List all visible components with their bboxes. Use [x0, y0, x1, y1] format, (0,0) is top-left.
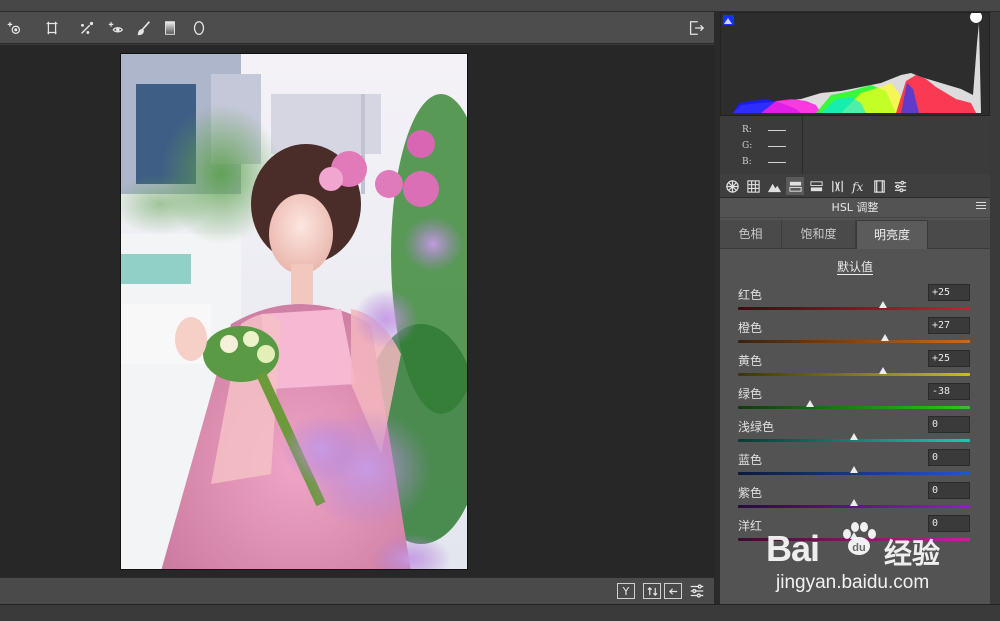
- slider-thumb[interactable]: [850, 433, 858, 440]
- swap-icon: [646, 586, 658, 596]
- rgb-readout: R: G: B:: [720, 116, 990, 174]
- presets-icon[interactable]: [891, 177, 909, 195]
- b-label: B:: [742, 157, 752, 167]
- default-link[interactable]: 默认值: [836, 260, 873, 275]
- graduated-filter-icon[interactable]: [158, 16, 182, 40]
- slider-row: 紫色 0: [720, 482, 990, 515]
- view-options-bar: Y: [0, 577, 714, 604]
- transform-icon[interactable]: [40, 16, 64, 40]
- camera-calibration-icon[interactable]: [870, 177, 888, 195]
- tone-curve-icon[interactable]: [744, 177, 762, 195]
- targeted-adjust-icon[interactable]: [2, 16, 26, 40]
- spot-removal-icon[interactable]: [75, 16, 99, 40]
- tab-saturation[interactable]: 饱和度: [782, 220, 856, 249]
- lens-icon[interactable]: [828, 177, 846, 195]
- panel-menu-icon[interactable]: [976, 202, 986, 211]
- slider-value-input[interactable]: -38: [928, 383, 970, 400]
- basic-icon[interactable]: [723, 177, 741, 195]
- slider-thumb[interactable]: [850, 499, 858, 506]
- slider-track[interactable]: [738, 406, 970, 409]
- slider-value-input[interactable]: 0: [928, 515, 970, 532]
- slider-value-input[interactable]: 0: [928, 416, 970, 433]
- preview-photo[interactable]: [120, 53, 468, 570]
- slider-label: 红色: [738, 288, 763, 302]
- before-after-label: Y: [622, 584, 630, 598]
- slider-row: 黄色 +25: [720, 350, 990, 383]
- slider-value-input[interactable]: +25: [928, 284, 970, 301]
- slider-label: 蓝色: [738, 453, 763, 467]
- slider-value-input[interactable]: +25: [928, 350, 970, 367]
- r-value: [768, 130, 786, 131]
- slider-track[interactable]: [738, 373, 970, 376]
- raw-editor-window: Y R: G: B: fx HSL 调整 色相 饱和度 明亮度 默认值 红色 +…: [0, 0, 1000, 621]
- slider-row: 浅绿色 0: [720, 416, 990, 449]
- panel-scrollbar[interactable]: [990, 12, 1000, 604]
- settings-icon[interactable]: [686, 580, 708, 602]
- slider-thumb[interactable]: [850, 532, 858, 539]
- slider-label: 紫色: [738, 486, 763, 500]
- before-after-toggle-button[interactable]: Y: [617, 583, 635, 599]
- slider-row: 绿色 -38: [720, 383, 990, 416]
- highlight-clipping-indicator[interactable]: [970, 11, 983, 23]
- before-after-icon: [668, 587, 677, 595]
- slider-row: 蓝色 0: [720, 449, 990, 482]
- g-value: [768, 146, 786, 147]
- brush-icon[interactable]: [132, 16, 156, 40]
- svg-text:fx: fx: [851, 180, 863, 194]
- detail-icon[interactable]: [765, 177, 783, 195]
- status-footer: [0, 604, 1000, 621]
- panel-tab-bar: fx: [720, 174, 990, 198]
- slider-value-input[interactable]: +27: [928, 317, 970, 334]
- slider-thumb[interactable]: [879, 367, 887, 374]
- r-label: R:: [742, 125, 752, 135]
- slider-thumb[interactable]: [879, 301, 887, 308]
- b-value: [768, 162, 786, 163]
- slider-row: 橙色 +27: [720, 317, 990, 350]
- hsl-section-title: HSL 调整: [720, 198, 990, 218]
- slider-label: 浅绿色: [738, 420, 775, 434]
- tool-bar: [0, 12, 714, 44]
- slider-label: 洋红: [738, 519, 763, 533]
- histogram: [720, 11, 990, 116]
- slider-thumb[interactable]: [881, 334, 890, 341]
- image-canvas[interactable]: [0, 45, 714, 577]
- red-eye-icon[interactable]: [104, 16, 128, 40]
- fx-icon[interactable]: fx: [849, 177, 867, 195]
- slider-label: 黄色: [738, 354, 763, 368]
- radial-filter-icon[interactable]: [187, 16, 211, 40]
- slider-thumb[interactable]: [805, 400, 814, 407]
- adjustment-panel: R: G: B: fx HSL 调整 色相 饱和度 明亮度 默认值 红色 +25…: [720, 11, 990, 604]
- title-strip: [0, 0, 1000, 12]
- tab-luminance[interactable]: 明亮度: [856, 220, 928, 249]
- slider-thumb[interactable]: [850, 466, 858, 473]
- copy-settings-button[interactable]: [664, 583, 682, 599]
- g-label: G:: [742, 141, 753, 151]
- slider-row: 红色 +25: [720, 284, 990, 317]
- slider-value-input[interactable]: 0: [928, 449, 970, 466]
- tab-hue[interactable]: 色相: [720, 220, 782, 249]
- slider-track[interactable]: [738, 340, 970, 343]
- split-toning-icon[interactable]: [807, 177, 825, 195]
- swap-settings-button[interactable]: [643, 583, 661, 599]
- slider-label: 绿色: [738, 387, 763, 401]
- slider-row: 洋红 0: [720, 515, 990, 548]
- slider-value-input[interactable]: 0: [928, 482, 970, 499]
- open-image-icon[interactable]: [684, 16, 708, 40]
- slider-track[interactable]: [738, 307, 970, 310]
- hsl-subtabs: 色相 饱和度 明亮度: [720, 220, 990, 249]
- slider-label: 橙色: [738, 321, 763, 335]
- hsl-icon[interactable]: [786, 177, 804, 195]
